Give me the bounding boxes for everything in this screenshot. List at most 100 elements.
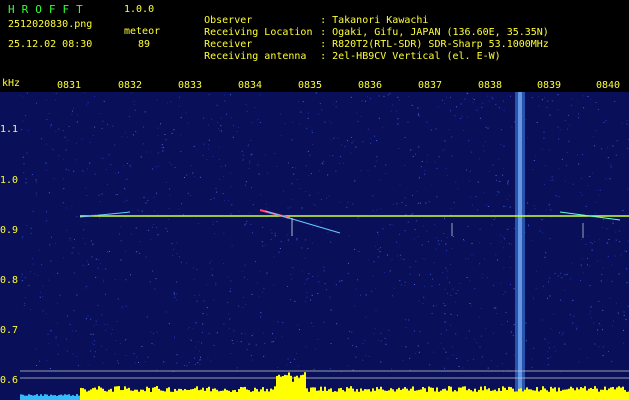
spectrum-bar	[248, 390, 250, 400]
noise-speckle	[557, 126, 559, 128]
noise-speckle	[174, 337, 176, 339]
spectrum-bar	[150, 391, 152, 400]
spectrum-bar	[598, 391, 600, 400]
noise-speckle	[367, 96, 368, 98]
spectrum-bar	[326, 390, 328, 400]
noise-speckle	[392, 295, 393, 297]
noise-speckle	[51, 236, 52, 238]
noise-speckle	[75, 330, 77, 332]
spectrum-bar	[296, 375, 298, 400]
noise-speckle	[397, 255, 398, 257]
noise-speckle	[244, 265, 246, 267]
noise-speckle	[615, 302, 617, 304]
noise-speckle	[332, 155, 334, 156]
noise-speckle	[190, 165, 192, 166]
noise-speckle	[347, 140, 348, 142]
noise-speckle	[172, 254, 173, 256]
noise-speckle	[446, 277, 448, 279]
noise-speckle	[360, 294, 361, 296]
spectrum-bar	[330, 388, 332, 400]
noise-speckle	[398, 148, 400, 149]
noise-speckle	[616, 140, 618, 142]
noise-speckle	[525, 322, 527, 324]
noise-speckle	[348, 235, 350, 237]
spectrum-bar	[56, 395, 58, 400]
spectrum-bar	[300, 375, 302, 400]
noise-speckle	[215, 283, 217, 285]
noise-speckle	[312, 325, 314, 327]
noise-speckle	[90, 350, 91, 352]
noise-speckle	[549, 347, 550, 349]
noise-speckle	[355, 146, 357, 148]
noise-speckle	[304, 257, 306, 259]
noise-speckle	[147, 200, 149, 201]
noise-speckle	[444, 217, 445, 219]
noise-speckle	[24, 302, 26, 304]
noise-speckle	[449, 263, 451, 265]
noise-speckle	[151, 343, 153, 345]
noise-speckle	[433, 262, 435, 264]
noise-speckle	[252, 333, 254, 335]
spectrum-bar	[348, 388, 350, 400]
noise-speckle	[94, 340, 95, 342]
noise-speckle	[157, 214, 159, 216]
noise-speckle	[185, 112, 187, 114]
noise-speckle	[357, 279, 358, 281]
noise-speckle	[318, 281, 320, 283]
noise-speckle	[202, 154, 204, 156]
noise-speckle	[419, 177, 420, 179]
noise-speckle	[543, 285, 544, 287]
noise-speckle	[505, 312, 507, 313]
noise-speckle	[409, 266, 411, 268]
noise-speckle	[418, 146, 420, 148]
noise-speckle	[531, 358, 533, 360]
noise-speckle	[553, 313, 555, 315]
spectrum-bar	[140, 389, 142, 400]
noise-speckle	[212, 221, 214, 223]
noise-speckle	[329, 297, 331, 299]
noise-speckle	[403, 258, 405, 260]
noise-speckle	[442, 150, 444, 152]
spectrum-bar	[154, 387, 156, 400]
spectrum-bar	[266, 388, 268, 400]
noise-speckle	[580, 264, 582, 266]
noise-speckle	[127, 136, 129, 138]
noise-speckle	[231, 245, 233, 247]
noise-speckle	[393, 287, 395, 289]
noise-speckle	[85, 187, 87, 189]
noise-speckle	[48, 192, 50, 194]
noise-speckle	[137, 209, 139, 211]
noise-speckle	[286, 234, 288, 236]
noise-speckle	[48, 279, 50, 281]
noise-speckle	[210, 260, 212, 262]
noise-speckle	[62, 178, 64, 180]
noise-speckle	[64, 136, 66, 138]
spectrum-bar	[450, 386, 452, 400]
spectrum-bar	[408, 390, 410, 400]
noise-speckle	[120, 226, 122, 228]
noise-speckle	[223, 199, 225, 201]
spectrum-bar	[546, 390, 548, 400]
noise-speckle	[36, 365, 38, 366]
spectrum-bar	[316, 390, 318, 400]
noise-speckle	[154, 344, 155, 346]
spectrum-bar	[418, 389, 420, 400]
noise-speckle	[424, 286, 426, 287]
noise-speckle	[312, 143, 314, 145]
noise-speckle	[21, 129, 23, 131]
noise-speckle	[568, 140, 570, 142]
spectrum-bar	[202, 387, 204, 400]
noise-speckle	[627, 240, 629, 242]
noise-speckle	[481, 273, 483, 275]
noise-speckle	[329, 368, 331, 370]
noise-speckle	[571, 98, 573, 100]
noise-speckle	[264, 343, 266, 344]
spectrum-bar	[404, 387, 406, 400]
noise-speckle	[391, 224, 393, 226]
spectrum-bar	[468, 388, 470, 400]
spectrum-bar	[358, 391, 360, 400]
noise-speckle	[55, 336, 57, 338]
noise-speckle	[602, 267, 604, 269]
noise-speckle	[339, 201, 341, 203]
noise-speckle	[455, 333, 457, 335]
